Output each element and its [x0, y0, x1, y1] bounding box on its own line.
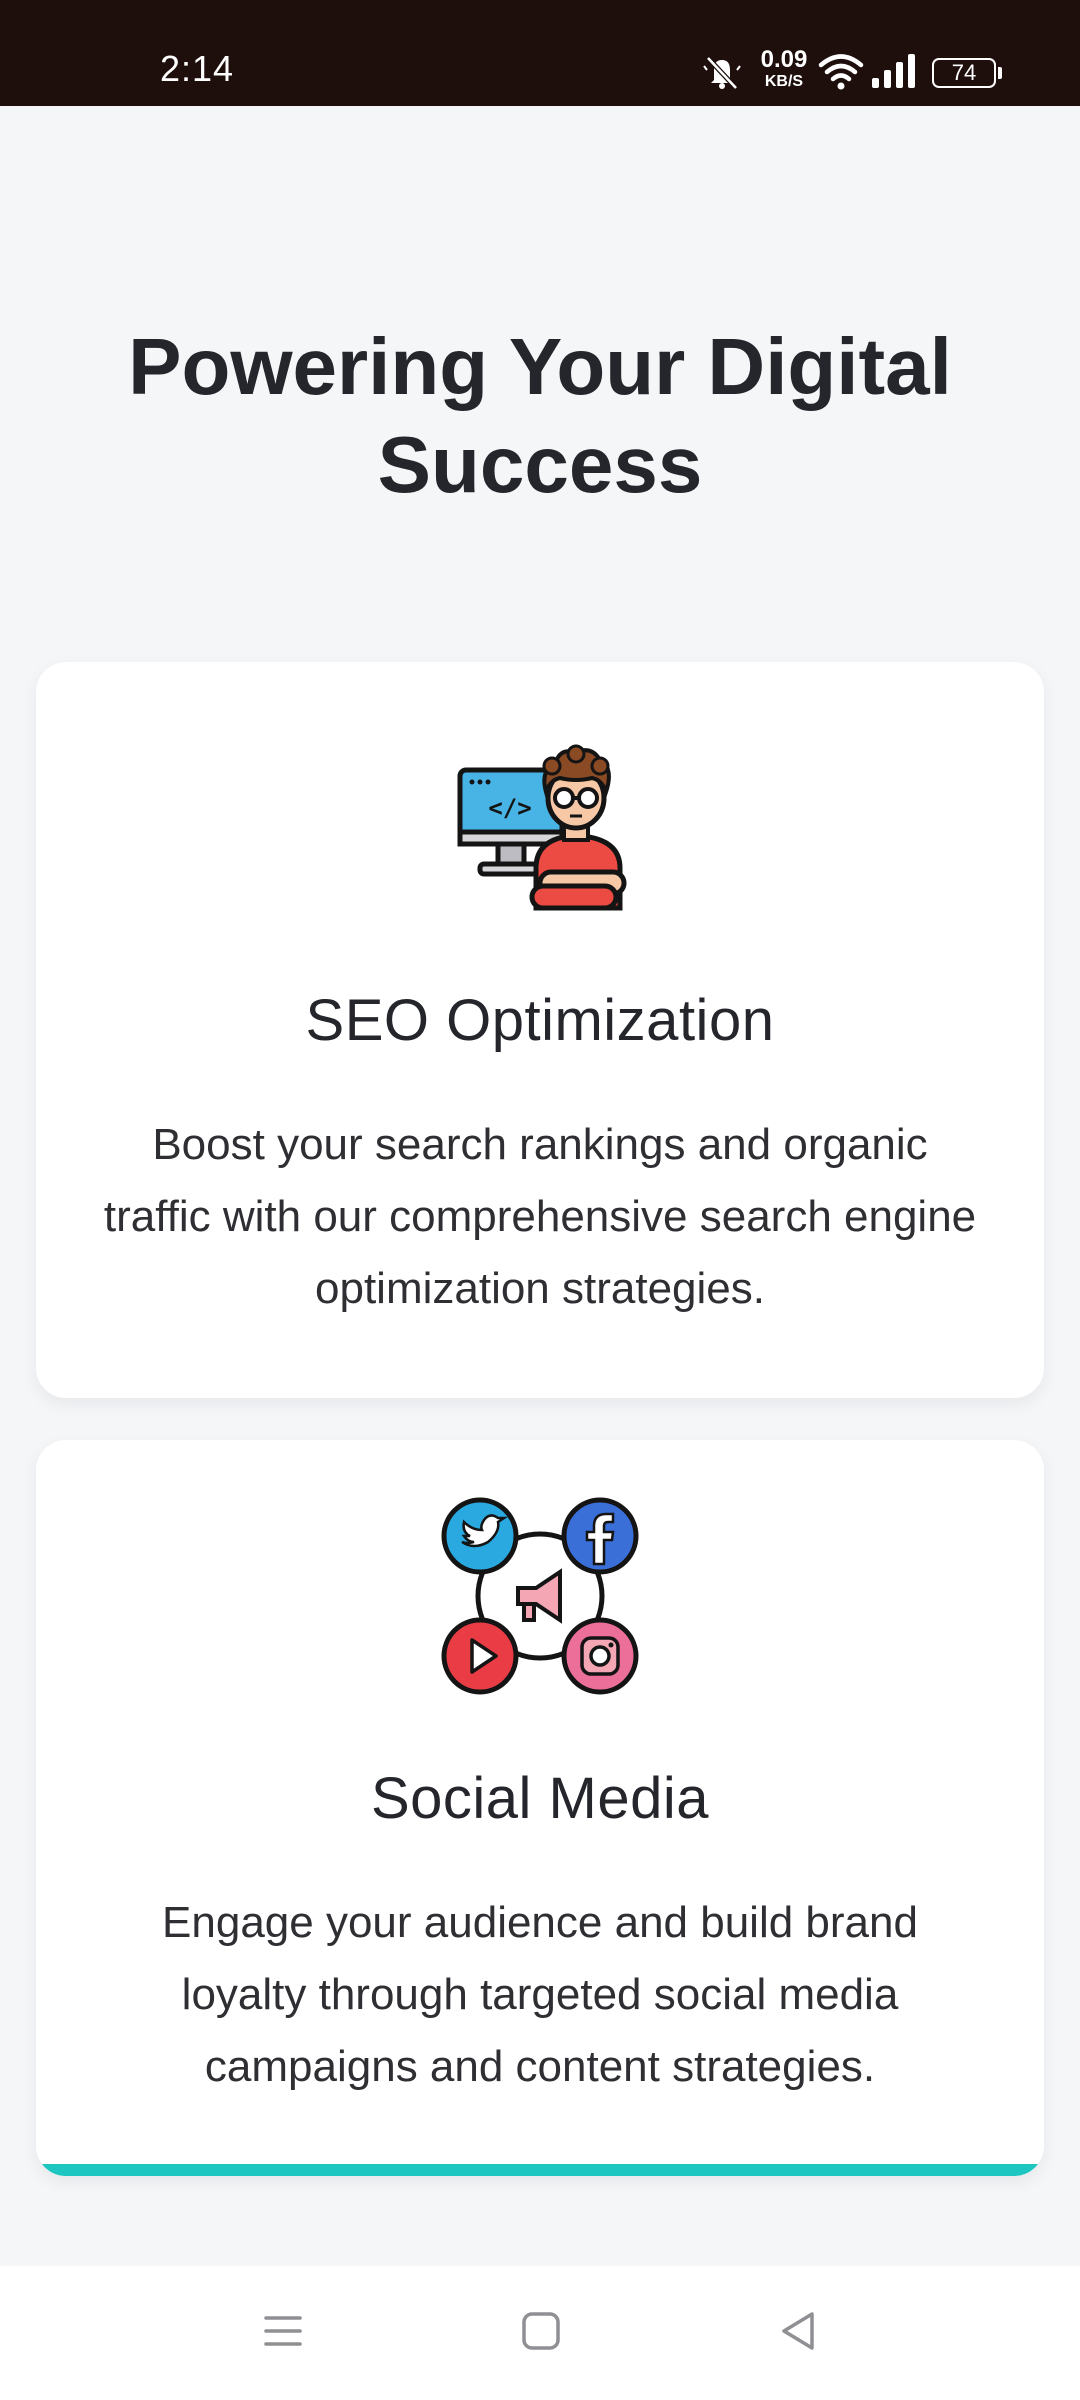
status-time: 2:14: [160, 48, 235, 89]
card-icon-wrap: [36, 1496, 1044, 1701]
net-speed-value: 0.09: [760, 46, 808, 73]
card-title: SEO Optimization: [305, 988, 775, 1053]
page-title: Powering Your Digital Success: [128, 322, 952, 509]
wifi-icon: [818, 54, 864, 90]
signal-icon: [872, 54, 915, 88]
net-speed-unit: KB/S: [764, 73, 804, 90]
card-icon-wrap: </>: [36, 740, 1044, 921]
card-description: Boost your search rankings and organic t…: [103, 1120, 977, 1313]
card-accent-bar: [36, 2164, 1044, 2176]
navigation-bar: [0, 2266, 1080, 2400]
status-bar: 2:14 0.09 KB/S 74: [0, 0, 1080, 106]
card-title: Social Media: [370, 1766, 710, 1831]
battery-icon: 74: [932, 58, 996, 88]
card-description: Engage your audience and build brand loy…: [162, 1898, 918, 2091]
svg-text:</>: </>: [488, 794, 531, 822]
menu-icon[interactable]: [262, 2310, 304, 2352]
battery-level: 74: [951, 60, 977, 85]
service-card-social-media[interactable]: Social Media Engage your audience and bu…: [36, 1440, 1044, 2176]
home-icon[interactable]: [520, 2310, 562, 2352]
battery-tip: [998, 67, 1002, 79]
mute-icon: [703, 56, 741, 90]
net-speed: 0.09 KB/S: [756, 48, 812, 90]
developer-icon: </>: [457, 744, 627, 911]
service-card-seo[interactable]: </> SEO Optimization Boost your search r…: [36, 662, 1044, 1398]
back-icon[interactable]: [778, 2310, 820, 2352]
social-media-icon: [441, 1497, 639, 1695]
